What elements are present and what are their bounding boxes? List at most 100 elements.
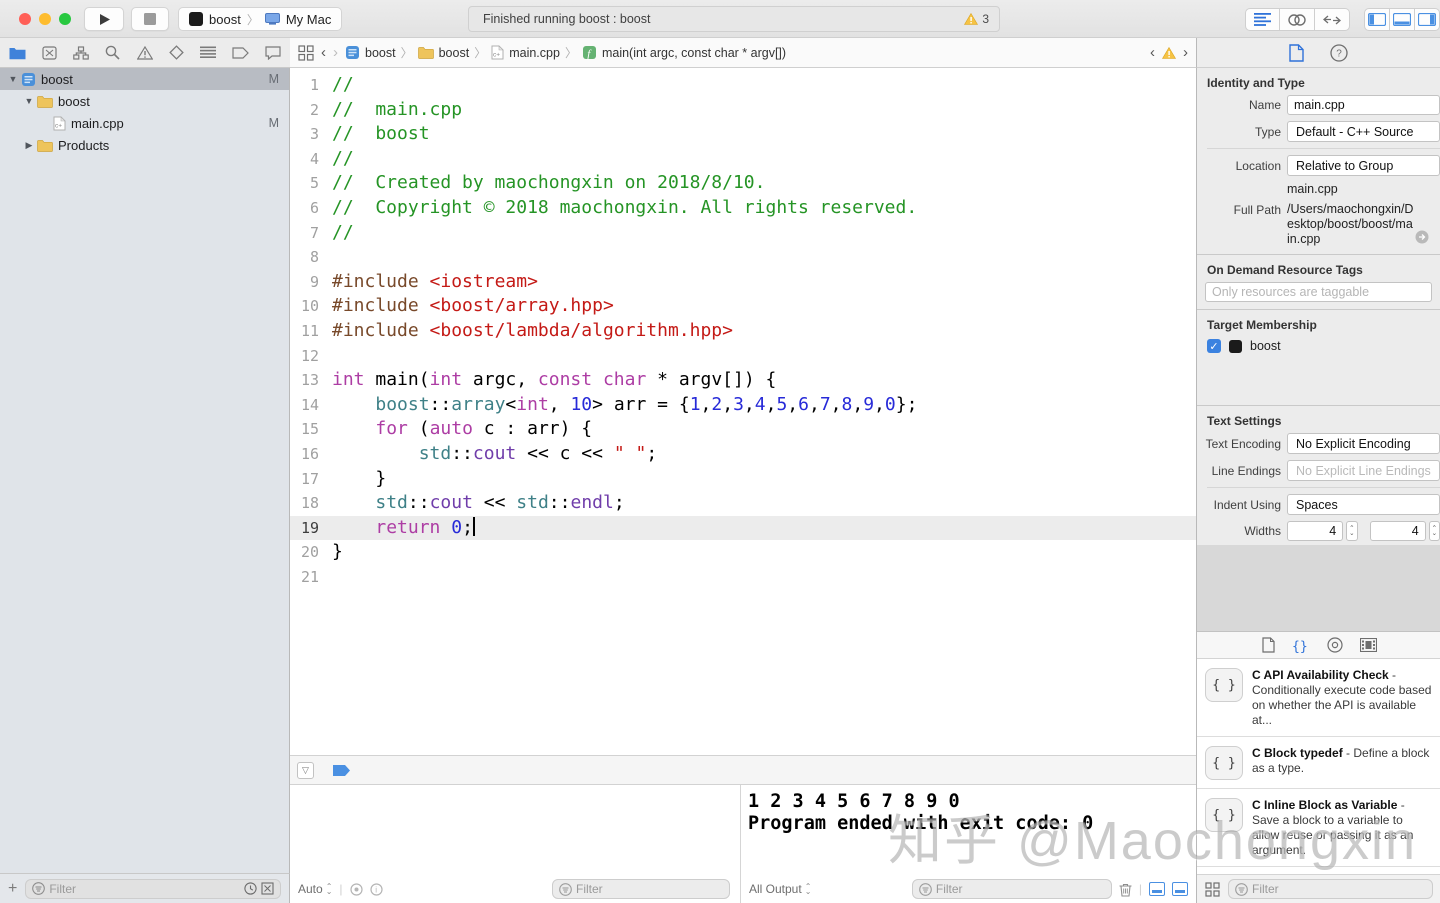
- toggle-debug-area-button[interactable]: [1390, 8, 1415, 31]
- variables-scope-dropdown[interactable]: Auto ⌃⌄: [298, 882, 332, 896]
- code-line-20[interactable]: 20}: [290, 540, 1196, 565]
- location-dropdown[interactable]: Relative to Group: [1287, 155, 1440, 176]
- issue-warning-icon[interactable]: [1162, 47, 1176, 59]
- code-line-12[interactable]: 12: [290, 344, 1196, 369]
- add-item-button[interactable]: +: [8, 880, 17, 898]
- back-button[interactable]: ‹: [321, 44, 326, 61]
- code-line-19[interactable]: 19 return 0;: [290, 516, 1196, 541]
- file-templates-tab-icon[interactable]: [1262, 637, 1275, 653]
- run-button[interactable]: [84, 7, 124, 31]
- code-line-2[interactable]: 2// main.cpp: [290, 98, 1196, 123]
- snippet-item-partial[interactable]: [1197, 867, 1440, 874]
- file-inspector-tab-icon[interactable]: [1289, 44, 1304, 62]
- version-editor-button[interactable]: [1315, 8, 1350, 31]
- encoding-dropdown[interactable]: No Explicit Encoding: [1287, 433, 1440, 454]
- breadcrumb-item-1[interactable]: boost: [418, 46, 470, 60]
- name-field[interactable]: main.cpp: [1287, 95, 1440, 115]
- console-view[interactable]: 1 2 3 4 5 6 7 8 9 0Program ended with ex…: [740, 785, 1196, 903]
- navigator-item-boost[interactable]: ▼boost: [0, 90, 289, 112]
- previous-issue-button[interactable]: ‹: [1150, 44, 1155, 61]
- hide-debug-area-button[interactable]: ▽: [297, 762, 314, 779]
- code-line-11[interactable]: 11#include <boost/lambda/algorithm.hpp>: [290, 319, 1196, 344]
- navigator-item-products[interactable]: ▶Products: [0, 134, 289, 156]
- close-window-button[interactable]: [19, 13, 31, 25]
- code-line-15[interactable]: 15 for (auto c : arr) {: [290, 417, 1196, 442]
- code-line-10[interactable]: 10#include <boost/array.hpp>: [290, 294, 1196, 319]
- breadcrumb-item-0[interactable]: boost: [345, 45, 396, 60]
- variables-filter-field[interactable]: Filter: [552, 879, 730, 899]
- test-navigator-icon[interactable]: [169, 45, 184, 60]
- disclosure-triangle-icon[interactable]: ▼: [24, 96, 34, 106]
- target-membership-row[interactable]: ✓ boost: [1197, 339, 1440, 353]
- debug-navigator-icon[interactable]: [200, 46, 216, 59]
- tab-width-field[interactable]: 4: [1287, 521, 1343, 541]
- show-variables-icon[interactable]: [350, 883, 363, 896]
- navigator-filter-field[interactable]: Filter: [25, 879, 281, 899]
- code-snippets-tab-icon[interactable]: {}: [1292, 638, 1310, 653]
- show-variables-pane-button[interactable]: [1149, 882, 1165, 896]
- code-line-18[interactable]: 18 std::cout << std::endl;: [290, 491, 1196, 516]
- quick-help-inspector-tab-icon[interactable]: ?: [1330, 44, 1348, 62]
- indent-width-field[interactable]: 4: [1370, 521, 1426, 541]
- disclosure-triangle-icon[interactable]: ▶: [24, 140, 34, 151]
- code-line-17[interactable]: 17 }: [290, 467, 1196, 492]
- code-line-6[interactable]: 6// Copyright © 2018 maochongxin. All ri…: [290, 196, 1196, 221]
- source-control-navigator-icon[interactable]: [42, 46, 57, 60]
- toggle-inspector-button[interactable]: [1415, 8, 1440, 31]
- code-line-3[interactable]: 3// boost: [290, 122, 1196, 147]
- indent-dropdown[interactable]: Spaces: [1287, 494, 1440, 515]
- breakpoint-navigator-icon[interactable]: [232, 47, 249, 59]
- next-issue-button[interactable]: ›: [1183, 44, 1188, 61]
- lineendings-dropdown[interactable]: No Explicit Line Endings: [1287, 460, 1440, 481]
- show-console-pane-button[interactable]: [1172, 882, 1188, 896]
- breadcrumb-item-2[interactable]: c+main.cpp: [491, 45, 560, 60]
- symbol-navigator-icon[interactable]: [73, 46, 89, 60]
- media-tab-icon[interactable]: [1327, 637, 1343, 653]
- navigator-item-boost[interactable]: ▼boostM: [0, 68, 289, 90]
- toggle-navigator-button[interactable]: [1364, 8, 1390, 31]
- open-in-finder-arrow-icon[interactable]: [1415, 230, 1429, 244]
- forward-button[interactable]: ›: [333, 44, 338, 61]
- code-line-16[interactable]: 16 std::cout << c << " ";: [290, 442, 1196, 467]
- assistant-editor-button[interactable]: [1280, 8, 1315, 31]
- source-editor[interactable]: 1//2// main.cpp3// boost4//5// Created b…: [290, 68, 1196, 755]
- objects-tab-icon[interactable]: [1360, 638, 1377, 652]
- report-navigator-icon[interactable]: [265, 46, 281, 60]
- code-line-13[interactable]: 13int main(int argc, const char * argv[]…: [290, 368, 1196, 393]
- snippet-item-1[interactable]: { }C Block typedef - Define a block as a…: [1197, 737, 1440, 789]
- breadcrumb-item-3[interactable]: fmain(int argc, const char * argv[]): [582, 45, 786, 60]
- navigator-item-main-cpp[interactable]: c+main.cppM: [0, 112, 289, 134]
- info-icon[interactable]: i: [370, 883, 383, 896]
- code-line-8[interactable]: 8: [290, 245, 1196, 270]
- scheme-selector[interactable]: boost 〉 My Mac: [178, 7, 342, 31]
- console-scope-dropdown[interactable]: All Output ⌃⌄: [749, 882, 811, 896]
- related-items-icon[interactable]: [298, 45, 314, 61]
- snippet-item-2[interactable]: { }C Inline Block as Variable - Save a b…: [1197, 789, 1440, 867]
- project-navigator-icon[interactable]: [9, 46, 26, 60]
- code-line-4[interactable]: 4//: [290, 147, 1196, 172]
- console-filter-field[interactable]: Filter: [912, 879, 1112, 899]
- breakpoints-toggle-icon[interactable]: [332, 764, 351, 777]
- indent-width-stepper[interactable]: ⌃⌄: [1429, 521, 1440, 541]
- code-line-7[interactable]: 7//: [290, 221, 1196, 246]
- unsaved-files-icon[interactable]: [261, 882, 274, 895]
- issue-navigator-icon[interactable]: [137, 46, 153, 60]
- code-line-9[interactable]: 9#include <iostream>: [290, 270, 1196, 295]
- find-navigator-icon[interactable]: [105, 45, 120, 60]
- tab-width-stepper[interactable]: ⌃⌄: [1346, 521, 1357, 541]
- type-dropdown[interactable]: Default - C++ Source: [1287, 121, 1440, 142]
- recent-files-icon[interactable]: [244, 882, 257, 895]
- code-line-1[interactable]: 1//: [290, 73, 1196, 98]
- resource-tags-field[interactable]: Only resources are taggable: [1205, 282, 1432, 302]
- stop-button[interactable]: [131, 7, 169, 31]
- standard-editor-button[interactable]: [1245, 8, 1280, 31]
- library-filter-field[interactable]: Filter: [1228, 879, 1433, 899]
- target-checkbox[interactable]: ✓: [1207, 339, 1221, 353]
- code-line-5[interactable]: 5// Created by maochongxin on 2018/8/10.: [290, 171, 1196, 196]
- clear-console-icon[interactable]: [1119, 882, 1132, 897]
- minimize-window-button[interactable]: [39, 13, 51, 25]
- variables-view[interactable]: Auto ⌃⌄ | i Filter: [290, 785, 740, 903]
- snippet-item-0[interactable]: { }C API Availability Check - Conditiona…: [1197, 659, 1440, 737]
- library-grid-icon[interactable]: [1205, 882, 1220, 897]
- warning-counter[interactable]: 3: [964, 12, 989, 26]
